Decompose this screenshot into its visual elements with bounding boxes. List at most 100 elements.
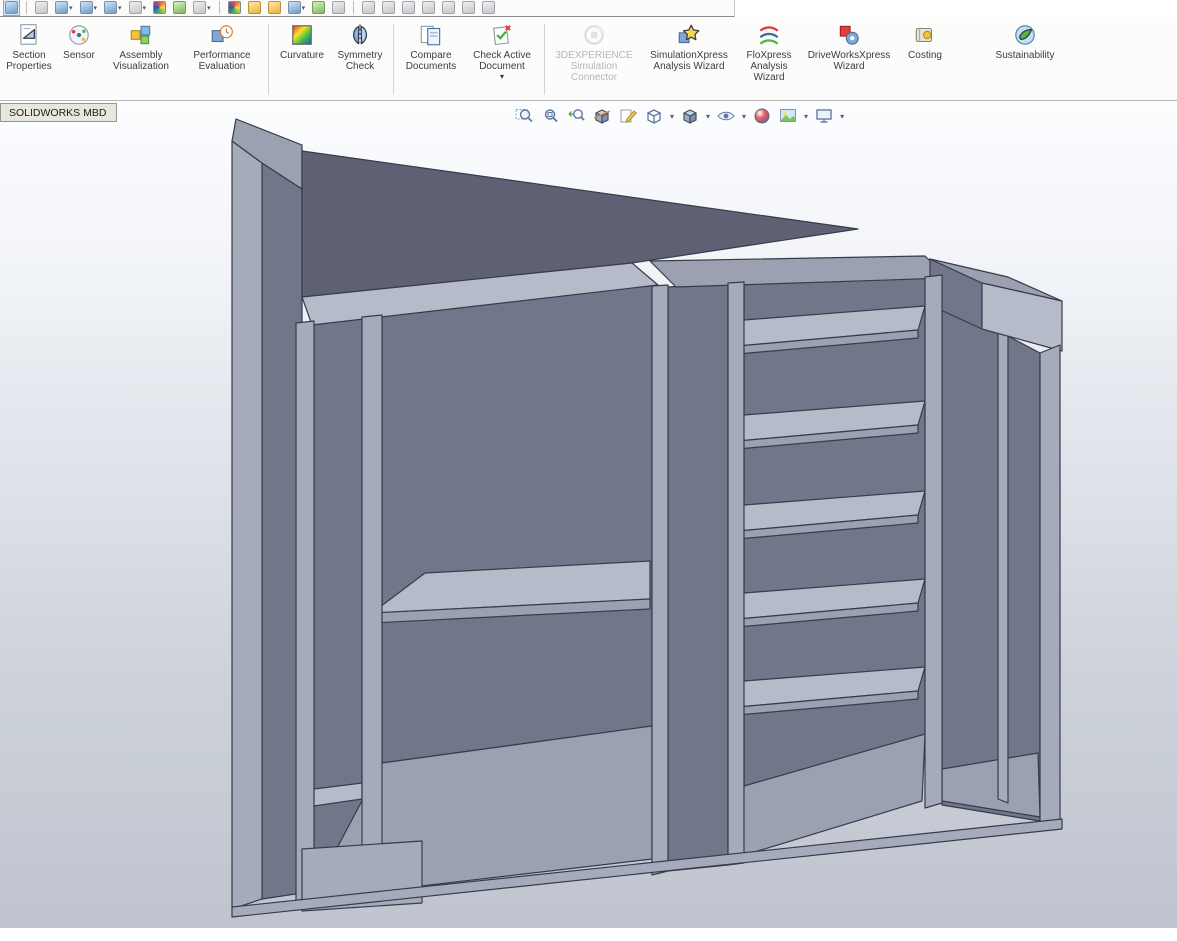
monitor-icon [193,1,206,14]
check-active-document-button[interactable]: Check Active Document ▾ [464,19,540,81]
apply-scene-button[interactable] [172,0,187,15]
simulationxpress-icon [676,22,702,48]
simulationxpress-analysis-wizard-button[interactable]: SimulationXpress Analysis Wizard [639,19,739,72]
button-label: Performance Evaluation [180,50,264,72]
origin-icon [402,1,415,14]
floxpress-analysis-wizard-button[interactable]: FloXpress Analysis Wizard [739,19,799,83]
driveworksxpress-wizard-button[interactable]: DriveWorksXpress Wizard [799,19,899,72]
solidworks-window: ▾ ▾ ▾ ▾ ▾ ▾ Section Properties Sensor [0,0,1177,941]
appearance-button[interactable] [227,0,242,15]
separator [219,1,220,14]
button-label: Compare Documents [398,50,464,72]
performance-evaluation-icon [209,22,235,48]
driveworksxpress-icon [836,22,862,48]
status-bar-area [0,928,1177,941]
camera-button[interactable]: ▾ [287,0,307,15]
scene-icon [173,1,186,14]
button-label: Sustainability [996,50,1055,61]
decal-button[interactable] [247,0,262,15]
planes-button[interactable] [361,0,376,15]
appearance-icon [228,1,241,14]
hide-show-items-button[interactable]: ▾ [128,0,148,15]
button-label: Symmetry Check [331,50,389,72]
button-label: SimulationXpress Analysis Wizard [639,50,739,72]
section-properties-button[interactable]: Section Properties [2,19,56,72]
units-button[interactable] [461,0,476,15]
report-button[interactable]: ▾ [54,0,74,15]
view-settings-button[interactable]: ▾ [192,0,212,15]
separator [26,1,27,14]
instant3d-button[interactable] [481,0,496,15]
curvature-button[interactable]: Curvature [273,19,331,61]
dropdown-caret-icon[interactable]: ▾ [94,4,98,12]
curvature-icon [289,22,315,48]
sustainability-button[interactable]: Sustainability [985,19,1065,61]
symmetry-check-button[interactable]: Symmetry Check [331,19,389,72]
compare-documents-button[interactable]: Compare Documents [398,19,464,72]
report-icon [55,1,68,14]
sustainability-icon [1012,22,1038,48]
display-style-button[interactable]: ▾ [103,0,123,15]
dropdown-caret-icon[interactable]: ▾ [69,4,73,12]
axes-icon [382,1,395,14]
separator [268,24,269,95]
planes-icon [362,1,375,14]
button-label: 3DEXPERIENCE Simulation Connector [549,50,639,83]
sensor-icon [66,22,92,48]
isolate-button[interactable] [34,0,49,15]
annotations-button[interactable] [421,0,436,15]
grid-icon [442,1,455,14]
dropdown-caret-icon[interactable]: ▾ [207,4,211,12]
button-label: Curvature [280,50,324,61]
button-label: Assembly Visualization [102,50,180,72]
decal-icon [248,1,261,14]
report-options-button[interactable]: ▾ [79,0,99,15]
dropdown-caret-icon[interactable]: ▾ [143,4,147,12]
assembly-visualization-button[interactable]: Assembly Visualization [102,19,180,72]
dropdown-caret-icon[interactable]: ▾ [302,4,306,12]
annotations-icon [422,1,435,14]
assembly-visualization-icon [128,22,154,48]
main-toolbar: ▾ ▾ ▾ ▾ ▾ ▾ [0,0,735,17]
grid-button[interactable] [441,0,456,15]
target-icon [332,1,345,14]
isolate-icon [35,1,48,14]
separator [353,1,354,14]
select-tool-button[interactable] [4,0,19,15]
button-label: Costing [908,50,942,61]
3dexperience-simulation-connector-button: 3DEXPERIENCE Simulation Connector [549,19,639,83]
walk-through-button[interactable] [311,0,326,15]
separator [544,24,545,95]
button-label: Sensor [63,50,95,61]
axes-button[interactable] [381,0,396,15]
section-properties-icon [16,22,42,48]
instant3d-icon [482,1,495,14]
target-button[interactable] [331,0,346,15]
costing-icon [912,22,938,48]
select-tool-icon [5,1,18,14]
units-icon [462,1,475,14]
compare-documents-icon [418,22,444,48]
edit-appearance-button[interactable] [152,0,167,15]
viewport-3d[interactable]: SOLIDWORKS MBD ▾ ▾ ▾ ▾ ▾ [0,101,1177,928]
symmetry-check-icon [347,22,373,48]
button-label: FloXpress Analysis Wizard [739,50,799,83]
lights-button[interactable] [267,0,282,15]
dropdown-caret-icon[interactable]: ▾ [118,4,122,12]
report-options-icon [80,1,93,14]
camera-icon [288,1,301,14]
performance-evaluation-button[interactable]: Performance Evaluation [180,19,264,72]
evaluate-ribbon: Section Properties Sensor Assembly Visua… [0,17,1177,101]
costing-button[interactable]: Costing [899,19,951,61]
origin-button[interactable] [401,0,416,15]
floxpress-icon [756,22,782,48]
display-style-icon [104,1,117,14]
wardrobe-model [0,101,1177,928]
check-active-document-icon [489,22,515,48]
appearance-ball-icon [153,1,166,14]
dropdown-caret-icon[interactable]: ▾ [500,73,504,81]
button-label: Section Properties [2,50,56,72]
3dexperience-icon [581,22,607,48]
lights-icon [268,1,281,14]
sensor-button[interactable]: Sensor [56,19,102,61]
